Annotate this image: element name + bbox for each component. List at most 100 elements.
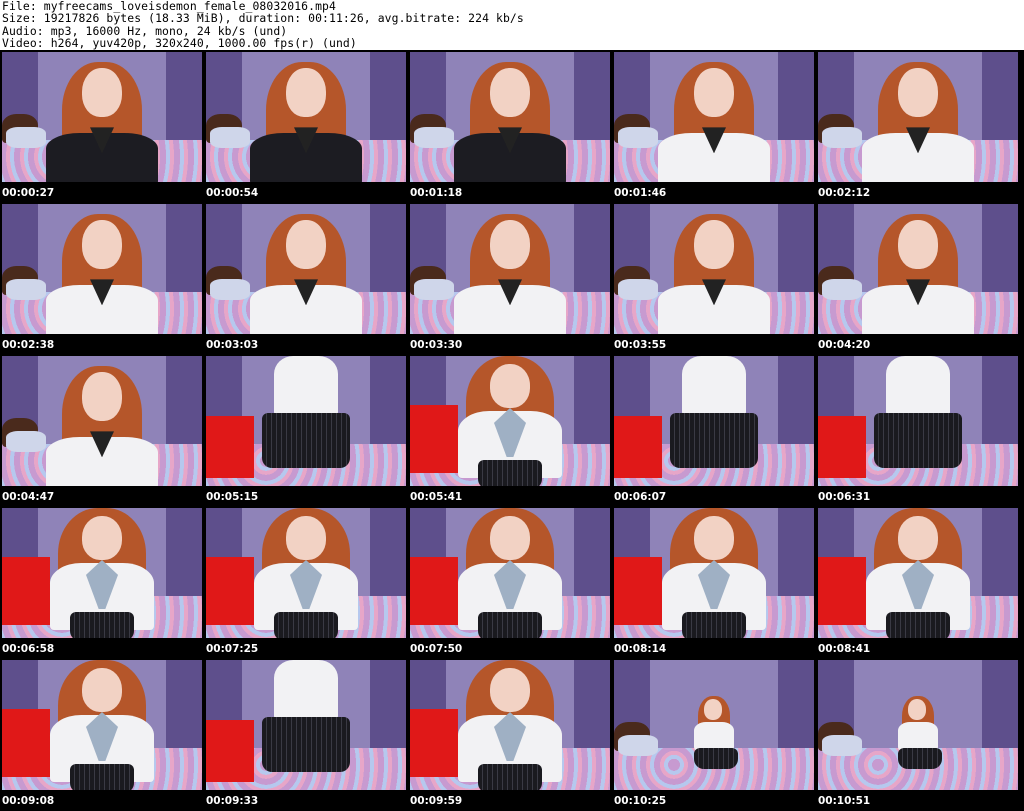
skirt	[478, 460, 542, 486]
red-box	[206, 719, 254, 783]
curtain-right	[982, 508, 1018, 610]
skirt	[262, 717, 350, 772]
thumbnail-tile: 00:02:12	[816, 50, 1020, 202]
video-frame	[206, 508, 406, 638]
curtain-right	[778, 660, 814, 762]
skirt	[70, 612, 134, 638]
timestamp-label: 00:09:08	[2, 795, 55, 807]
pillow	[6, 279, 46, 301]
video-frame	[614, 356, 814, 486]
curtain-right	[574, 52, 610, 154]
pillow	[414, 279, 454, 301]
skirt	[274, 612, 338, 638]
thumbnail-tile: 00:09:59	[408, 658, 612, 810]
pillow	[618, 279, 658, 301]
timestamp-label: 00:00:54	[206, 187, 259, 199]
thumbnail-tile: 00:10:25	[612, 658, 816, 810]
face	[898, 67, 938, 117]
torso	[274, 356, 338, 416]
video-frame	[818, 52, 1018, 182]
video-frame	[206, 204, 406, 334]
torso	[898, 722, 938, 751]
torso	[886, 356, 950, 416]
video-frame	[410, 508, 610, 638]
timestamp-label: 00:09:59	[410, 795, 463, 807]
pillow	[822, 279, 862, 301]
video-frame	[2, 508, 202, 638]
face	[82, 371, 122, 421]
curtain-right	[982, 204, 1018, 306]
curtain-right	[166, 508, 202, 610]
curtain-right	[370, 52, 406, 154]
face	[286, 515, 326, 560]
face	[694, 515, 734, 560]
video-frame	[818, 356, 1018, 486]
thumbnail-tile: 00:08:41	[816, 506, 1020, 658]
thumbnail-tile: 00:05:41	[408, 354, 612, 506]
thumbnail-tile: 00:08:14	[612, 506, 816, 658]
thumbnail-tile: 00:09:33	[204, 658, 408, 810]
face	[898, 515, 938, 560]
curtain-right	[778, 52, 814, 154]
contact-sheet-page: File: myfreecams_loveisdemon_female_0803…	[0, 0, 1024, 811]
thumbnail-tile: 00:04:20	[816, 202, 1020, 354]
video-frame	[614, 660, 814, 790]
pillow	[822, 735, 862, 757]
thumbnail-tile: 00:06:58	[0, 506, 204, 658]
thumbnail-tile: 00:03:03	[204, 202, 408, 354]
timestamp-label: 00:06:07	[614, 491, 667, 503]
skirt	[682, 612, 746, 638]
video-frame	[410, 52, 610, 182]
thumbnail-tile: 00:04:47	[0, 354, 204, 506]
timestamp-label: 00:07:50	[410, 643, 463, 655]
timestamp-label: 00:07:25	[206, 643, 259, 655]
timestamp-label: 00:10:51	[818, 795, 871, 807]
video-frame	[2, 204, 202, 334]
timestamp-label: 00:01:18	[410, 187, 463, 199]
face	[490, 515, 530, 560]
thumbnail-tile: 00:01:18	[408, 50, 612, 202]
curtain-right	[370, 356, 406, 458]
face	[490, 667, 530, 712]
curtain-right	[982, 660, 1018, 762]
timestamp-label: 00:00:27	[2, 187, 55, 199]
red-box	[206, 557, 254, 625]
timestamp-label: 00:08:41	[818, 643, 871, 655]
pillow	[414, 127, 454, 149]
torso	[682, 356, 746, 416]
pillow	[822, 127, 862, 149]
video-frame	[818, 204, 1018, 334]
video-info-line: Video: h264, yuv420p, 320x240, 1000.00 f…	[2, 36, 357, 51]
red-box	[410, 557, 458, 625]
face	[694, 67, 734, 117]
face	[286, 219, 326, 269]
curtain-right	[574, 204, 610, 306]
curtain-right	[370, 204, 406, 306]
skirt	[478, 612, 542, 638]
curtain-right	[778, 204, 814, 306]
face	[82, 667, 122, 712]
video-frame	[2, 52, 202, 182]
curtain-right	[166, 356, 202, 458]
timestamp-label: 00:05:41	[410, 491, 463, 503]
pillow	[6, 127, 46, 149]
face	[286, 67, 326, 117]
pillow	[618, 735, 658, 757]
video-frame	[410, 660, 610, 790]
face	[82, 219, 122, 269]
skirt	[262, 413, 350, 468]
file-size-line: Size: 19217826 bytes (18.33 MiB), durati…	[2, 11, 524, 26]
thumbnail-tile: 00:00:54	[204, 50, 408, 202]
red-box	[410, 709, 458, 777]
timestamp-label: 00:03:55	[614, 339, 667, 351]
pillow	[6, 431, 46, 453]
video-frame	[206, 660, 406, 790]
face	[490, 219, 530, 269]
skirt	[898, 748, 942, 770]
pillow	[210, 127, 250, 149]
curtain-right	[166, 660, 202, 762]
video-frame	[206, 52, 406, 182]
face	[908, 699, 926, 720]
timestamp-label: 00:02:12	[818, 187, 871, 199]
thumbnail-tile: 00:07:50	[408, 506, 612, 658]
